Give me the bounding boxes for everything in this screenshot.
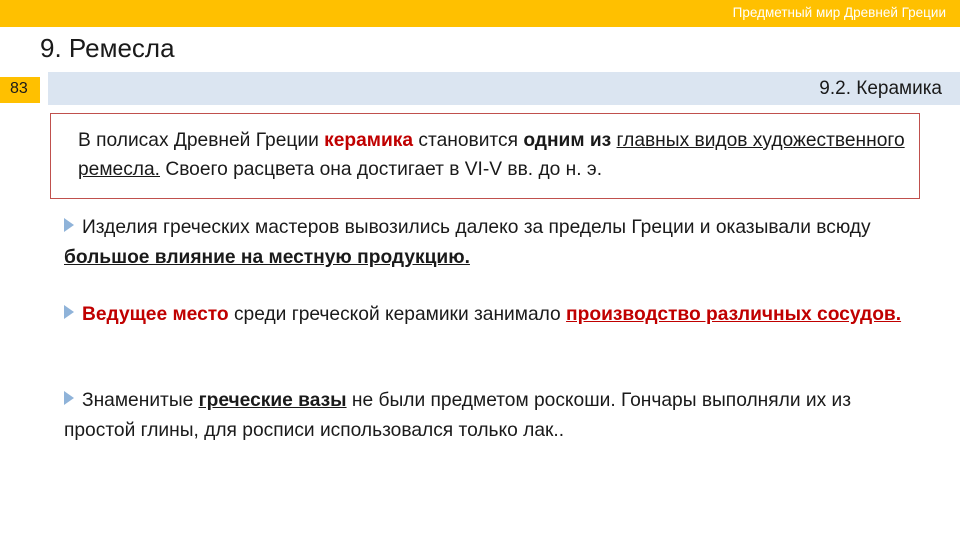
triangle-bullet-icon (64, 218, 74, 232)
keyword-ceramics: керамика (324, 130, 414, 151)
intro-text: В полисах Древней Греции керамика станов… (78, 126, 913, 184)
keyword-greek-vases: греческие вазы (198, 390, 347, 411)
triangle-bullet-icon (64, 391, 74, 405)
intro-text-part: В полисах Древней Греции (78, 130, 325, 151)
paragraph-text: Изделия греческих мастеров вывозились да… (82, 217, 871, 238)
intro-text-part: становится (413, 130, 524, 151)
paragraph-vessels: Ведущее место среди греческой керамики з… (64, 300, 924, 330)
slide-number-badge: 83 (0, 77, 40, 103)
keyword-vessel-production: производство различных сосудов. (566, 304, 902, 325)
intro-text-part: Своего расцвета она достигает в VI-V вв.… (160, 159, 603, 180)
section-title: 9. Ремесла (40, 33, 175, 63)
paragraph-export: Изделия греческих мастеров вывозились да… (64, 213, 924, 273)
subsection-title: 9.2. Керамика (819, 78, 942, 99)
paragraph-text: среди греческой керамики занимало (228, 304, 567, 325)
paragraph-vases: Знаменитые греческие вазы не были предме… (64, 386, 924, 446)
course-title: Предметный мир Древней Греции (732, 5, 946, 20)
paragraph-emphasis: большое влияние на местную продукцию. (64, 247, 470, 268)
intro-box: В полисах Древней Греции керамика станов… (50, 113, 920, 199)
subsection-bar: 9.2. Керамика (48, 72, 960, 105)
paragraph-text: Знаменитые (82, 390, 199, 411)
triangle-bullet-icon (64, 305, 74, 319)
intro-emphasis: одним из (523, 130, 617, 151)
keyword-leading-place: Ведущее место (82, 304, 229, 325)
slide-number: 83 (10, 80, 28, 97)
header-bar: Предметный мир Древней Греции (0, 0, 960, 27)
